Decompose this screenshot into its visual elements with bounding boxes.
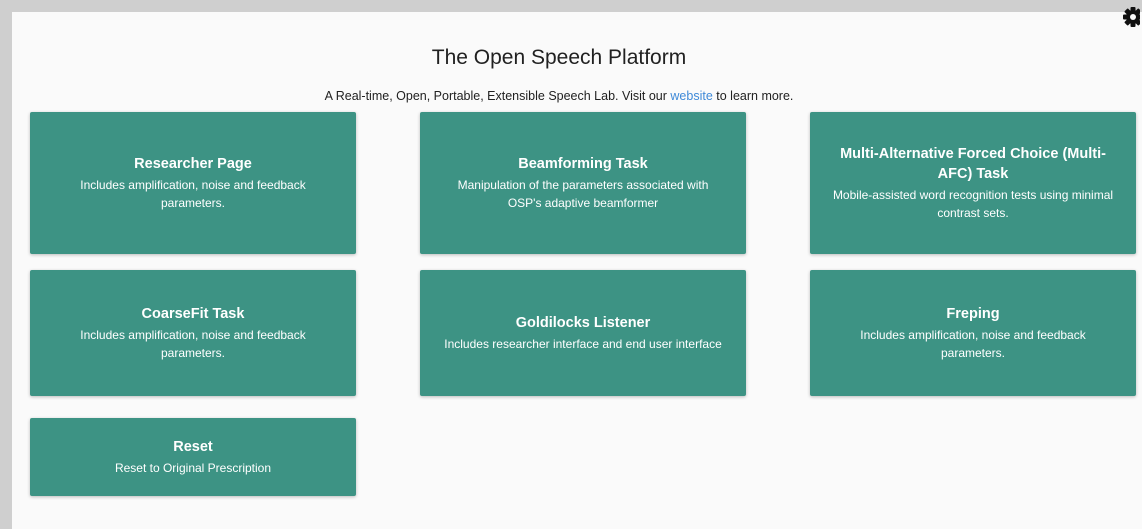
page-subtitle: A Real-time, Open, Portable, Extensible …	[0, 89, 1130, 103]
card-title: Reset	[173, 439, 213, 455]
reset-card[interactable]: Reset Reset to Original Prescription	[30, 418, 356, 496]
card-title: Goldilocks Listener	[515, 315, 651, 331]
goldilocks-listener-card[interactable]: Goldilocks Listener Includes researcher …	[420, 270, 746, 396]
subtitle-text: A Real-time, Open, Portable, Extensible …	[324, 89, 667, 103]
card-description: Includes amplification, noise and feedba…	[80, 328, 306, 360]
researcher-page-card[interactable]: Researcher Page Includes amplification, …	[30, 112, 356, 254]
card-title: CoarseFit Task	[141, 306, 245, 322]
gear-icon[interactable]	[1120, 6, 1140, 28]
card-title: Freping	[946, 306, 1000, 322]
freping-card[interactable]: Freping Includes amplification, noise an…	[810, 270, 1136, 396]
card-description: Manipulation of the parameters associate…	[457, 178, 709, 210]
card-description: Includes researcher interface and end us…	[444, 337, 722, 351]
website-link[interactable]: website	[670, 89, 712, 103]
card-title: Researcher Page	[134, 156, 252, 172]
card-title: Beamforming Task	[518, 156, 648, 172]
coarsefit-task-card[interactable]: CoarseFit Task Includes amplification, n…	[30, 270, 356, 396]
card-description: Reset to Original Prescription	[114, 461, 272, 475]
card-description: Mobile-assisted word recognition tests u…	[832, 188, 1114, 220]
beamforming-task-card[interactable]: Beamforming Task Manipulation of the par…	[420, 112, 746, 254]
card-title: Multi-Alternative Forced Choice (Multi-A…	[840, 146, 1106, 182]
card-description: Includes amplification, noise and feedba…	[860, 328, 1086, 360]
subtitle-text-end: to learn more.	[716, 89, 794, 103]
card-description: Includes amplification, noise and feedba…	[80, 178, 306, 210]
page-title: The Open Speech Platform	[431, 46, 687, 69]
multi-afc-task-card[interactable]: Multi-Alternative Forced Choice (Multi-A…	[810, 112, 1136, 254]
